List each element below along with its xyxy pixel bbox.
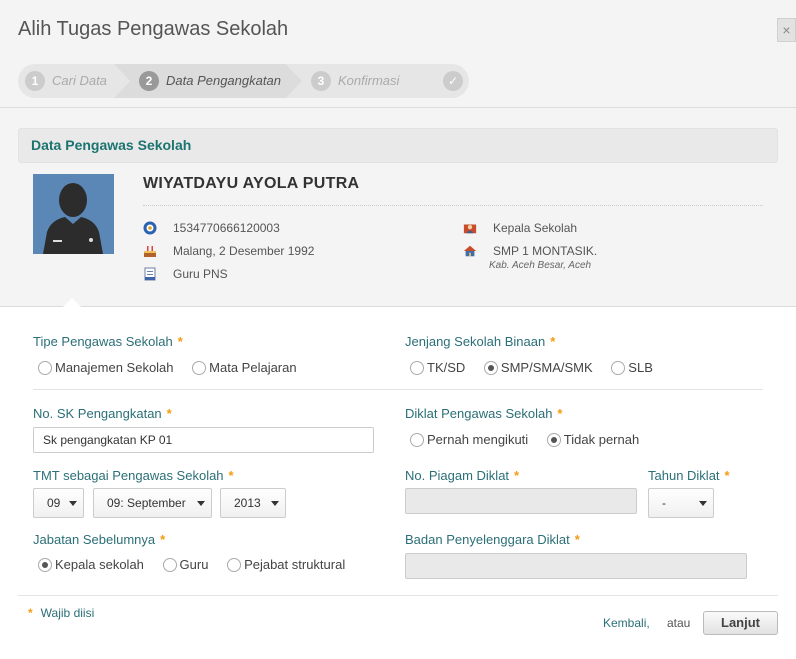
profile-divider [143, 205, 763, 206]
radio-circle[interactable] [162, 558, 177, 572]
school-value: SMP 1 MONTASIK. [493, 244, 598, 258]
radio-circle-selected[interactable] [546, 433, 561, 447]
jabatan-radio-group: Kepala sekolah Guru Pejabat struktural [33, 556, 355, 574]
radio-smp-sma-smk[interactable]: SMP/SMA/SMK [479, 359, 593, 377]
tmt-day-select[interactable]: 09 [33, 488, 84, 518]
required-note: * Wajib diisi [28, 606, 95, 620]
badan-label: Badan Penyelenggara Diklat * [405, 532, 580, 547]
nip-value: 1534770666120003 [173, 221, 280, 235]
position-value: Kepala Sekolah [493, 221, 578, 235]
diklat-radio-group: Pernah mengikuti Tidak pernah [405, 431, 649, 449]
radio-pejabat-struktural[interactable]: Pejabat struktural [222, 556, 345, 574]
panel-pointer [62, 298, 82, 308]
wizard-step-3[interactable]: 3 Konfirmasi [302, 64, 422, 98]
school-location: Kab. Aceh Besar, Aceh [489, 260, 592, 271]
radio-circle[interactable] [611, 361, 626, 375]
step-number-1: 1 [25, 71, 45, 91]
no-sk-input[interactable]: Sk pengangkatan KP 01 [33, 427, 374, 453]
birth-value: Malang, 2 Desember 1992 [173, 244, 315, 258]
jenjang-radio-group: TK/SD SMP/SMA/SMK SLB [405, 359, 663, 377]
radio-slb[interactable]: SLB [606, 359, 653, 377]
person-silhouette-icon [33, 174, 114, 254]
radio-tidak-pernah[interactable]: Tidak pernah [542, 431, 639, 449]
wizard-step-4[interactable]: ✓ [423, 64, 473, 98]
step-label-2: Data Pengangkatan [166, 73, 281, 88]
radio-guru[interactable]: Guru [158, 556, 208, 574]
id-badge-icon [143, 221, 157, 235]
chevron-down-icon [271, 501, 279, 506]
tipe-radio-group: Manajemen Sekolah Mata Pelajaran [33, 359, 307, 377]
radio-manajemen-sekolah[interactable]: Manajemen Sekolah [33, 359, 174, 377]
back-link[interactable]: Kembali, [603, 616, 650, 630]
step-label-3: Konfirmasi [338, 73, 400, 88]
no-piagam-input[interactable] [405, 488, 637, 514]
avatar [33, 174, 114, 254]
radio-kepala-sekolah[interactable]: Kepala sekolah [33, 556, 144, 574]
wizard-step-2[interactable]: 2 Data Pengangkatan [130, 64, 302, 98]
radio-circle[interactable] [410, 433, 424, 447]
tmt-year-select[interactable]: 2013 [220, 488, 286, 518]
radio-mata-pelajaran[interactable]: Mata Pelajaran [187, 359, 297, 377]
user-role-icon [463, 224, 477, 234]
radio-circle-selected[interactable] [38, 558, 52, 572]
birthday-cake-icon [144, 246, 156, 257]
radio-pernah-mengikuti[interactable]: Pernah mengikuti [405, 431, 528, 449]
chevron-down-icon [197, 501, 205, 506]
radio-circle[interactable] [410, 361, 424, 375]
radio-tk-sd[interactable]: TK/SD [405, 359, 465, 377]
no-piagam-label: No. Piagam Diklat * [405, 468, 520, 483]
wizard-step-1[interactable]: 1 Cari Data [18, 64, 128, 98]
footer-divider [18, 595, 778, 596]
tmt-label: TMT sebagai Pengawas Sekolah * [33, 468, 234, 483]
radio-circle[interactable] [227, 558, 242, 572]
form-divider [33, 389, 763, 390]
dialog-title: Alih Tugas Pengawas Sekolah [18, 18, 289, 40]
jabatan-label: Jabatan Sebelumnya * [33, 532, 166, 547]
tipe-label: Tipe Pengawas Sekolah * [33, 334, 183, 349]
close-button[interactable]: × [777, 18, 796, 42]
next-button[interactable]: Lanjut [703, 611, 778, 635]
section-title: Data Pengawas Sekolah [18, 128, 778, 163]
chevron-down-icon [699, 501, 707, 506]
step-label-1: Cari Data [52, 73, 107, 88]
person-name: WIYATDAYU AYOLA PUTRA [143, 175, 360, 192]
radio-circle[interactable] [38, 361, 52, 375]
badan-input[interactable] [405, 553, 747, 579]
diklat-label: Diklat Pengawas Sekolah * [405, 406, 563, 421]
tahun-diklat-label: Tahun Diklat * [648, 468, 730, 483]
no-sk-label: No. SK Pengangkatan * [33, 406, 172, 421]
document-icon [144, 267, 156, 281]
status-value: Guru PNS [173, 267, 228, 281]
tahun-diklat-select[interactable]: - [648, 488, 714, 518]
tmt-month-select[interactable]: 09: September [93, 488, 212, 518]
profile-panel: Data Pengawas Sekolah WIYATDAYU AYOLA PU… [0, 108, 796, 307]
radio-circle-selected[interactable] [483, 361, 498, 375]
dialog-header: Alih Tugas Pengawas Sekolah × 1 Cari Dat… [0, 0, 796, 108]
appointment-form: Tipe Pengawas Sekolah * Manajemen Sekolah… [0, 308, 796, 659]
step-number-2: 2 [139, 71, 159, 91]
or-text: atau [667, 616, 691, 630]
jenjang-label: Jenjang Sekolah Binaan * [405, 334, 556, 349]
check-icon: ✓ [443, 71, 463, 91]
chevron-down-icon [69, 501, 77, 506]
step-number-3: 3 [311, 71, 331, 91]
radio-circle[interactable] [192, 361, 207, 375]
school-building-icon [463, 245, 477, 257]
